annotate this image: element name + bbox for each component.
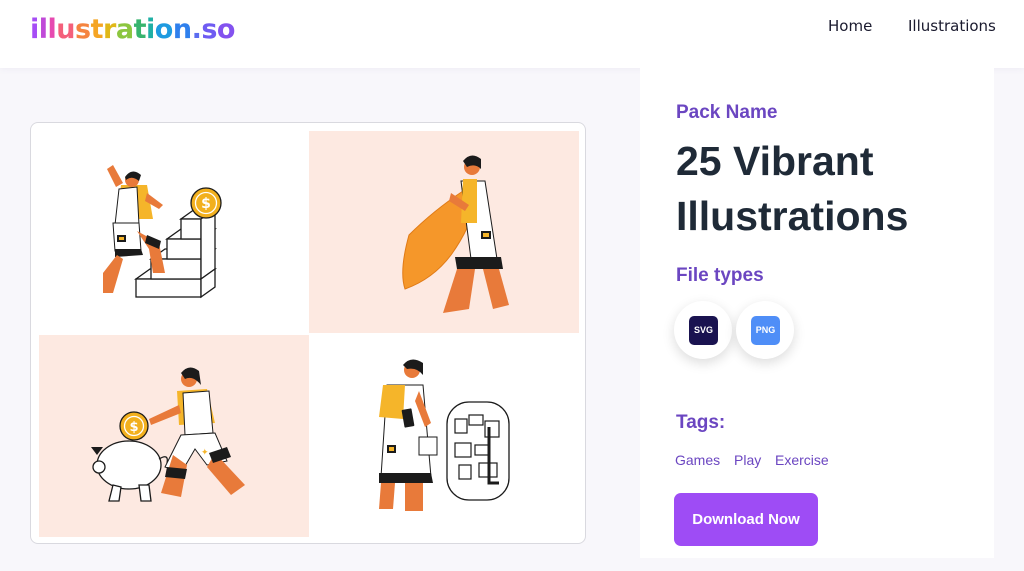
pack-title: 25 Vibrant Illustrations [676, 138, 909, 239]
svg-text:✦: ✦ [201, 448, 209, 458]
preview-panel-bottom-left [39, 335, 309, 537]
svg-file-icon: SVG [689, 316, 718, 345]
nav-home-link[interactable]: Home [828, 17, 872, 35]
tags-label: Tags: [676, 412, 726, 433]
tag-exercise[interactable]: Exercise [775, 452, 829, 468]
png-file-icon: PNG [751, 316, 780, 345]
pack-name-label: Pack Name [676, 102, 778, 123]
tag-play[interactable]: Play [734, 452, 761, 468]
logo[interactable]: illustration.so [30, 14, 235, 45]
nav-illustrations-link[interactable]: Illustrations [908, 17, 996, 35]
svg-text:$: $ [201, 196, 211, 212]
file-type-svg-button[interactable]: SVG [674, 301, 732, 359]
top-header: illustration.so Home Illustrations [0, 0, 1024, 68]
person-phone-map-icon [379, 359, 510, 511]
svg-text:$: $ [129, 420, 138, 435]
illustration-preview-card: $ $ ✦ [30, 122, 586, 544]
person-stairs-coin-icon: $ [103, 165, 222, 299]
tag-games[interactable]: Games [675, 452, 720, 468]
download-now-button[interactable]: Download Now [674, 493, 818, 546]
file-types-label: File types [676, 265, 764, 286]
pack-details-panel: Pack Name 25 Vibrant Illustrations File … [640, 68, 994, 558]
file-type-png-button[interactable]: PNG [736, 301, 794, 359]
illustration-preview-grid: $ $ ✦ [39, 131, 579, 537]
